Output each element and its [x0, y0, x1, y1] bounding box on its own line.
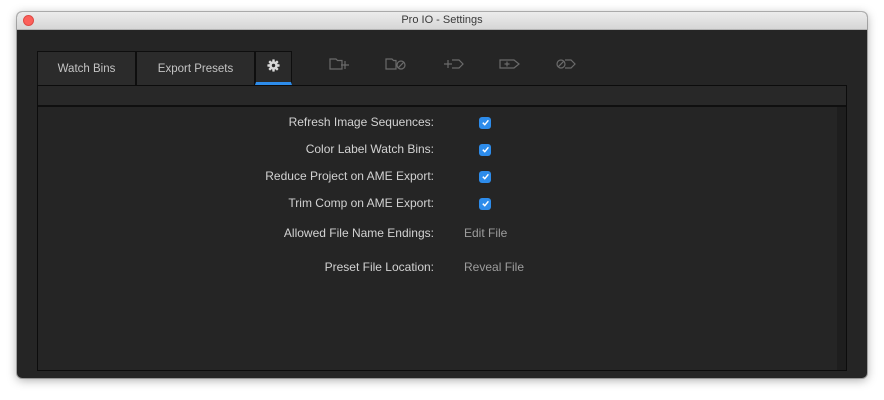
checkmark-icon	[481, 141, 490, 159]
add-bin-icon	[328, 56, 352, 77]
remove-bin-icon	[384, 56, 408, 77]
checkmark-icon	[481, 195, 490, 213]
trim-comp-checkbox[interactable]	[479, 198, 491, 210]
add-preset-icon	[441, 56, 465, 77]
reveal-file-link[interactable]: Reveal File	[464, 260, 524, 274]
trim-comp-label: Trim Comp on AME Export:	[288, 196, 434, 210]
reduce-project-checkbox[interactable]	[479, 171, 491, 183]
edit-file-link[interactable]: Edit File	[464, 226, 507, 240]
allowed-file-name-endings-label: Allowed File Name Endings:	[283, 226, 434, 240]
remove-preset-icon	[554, 56, 578, 77]
tab-watch-bins[interactable]: Watch Bins	[37, 51, 136, 85]
add-preset-to-bin-button[interactable]	[497, 55, 523, 77]
settings-window: Pro IO - Settings Watch Bins Export Pres…	[17, 12, 867, 378]
gear-icon	[267, 59, 280, 75]
remove-bin-button[interactable]	[383, 55, 409, 77]
checkmark-icon	[481, 114, 490, 132]
title-bar: Pro IO - Settings	[17, 12, 867, 30]
settings-panel: Refresh Image Sequences: Color Label Wat…	[37, 85, 847, 371]
refresh-image-sequences-label: Refresh Image Sequences:	[288, 115, 434, 129]
checkmark-icon	[481, 168, 490, 186]
color-label-watch-bins-checkbox[interactable]	[479, 144, 491, 156]
tab-export-presets[interactable]: Export Presets	[136, 51, 255, 85]
remove-preset-button[interactable]	[553, 55, 579, 77]
add-bin-button[interactable]	[327, 55, 353, 77]
refresh-image-sequences-checkbox[interactable]	[479, 117, 491, 129]
add-preset-to-bin-icon	[498, 56, 522, 77]
add-preset-button[interactable]	[440, 55, 466, 77]
preset-file-location-label: Preset File Location:	[324, 260, 434, 274]
window-title: Pro IO - Settings	[401, 14, 483, 26]
tab-settings[interactable]	[255, 51, 292, 85]
reduce-project-label: Reduce Project on AME Export:	[265, 169, 434, 183]
vertical-scrollbar[interactable]	[837, 107, 846, 370]
panel-header-strip	[38, 86, 846, 107]
color-label-watch-bins-label: Color Label Watch Bins:	[305, 142, 434, 156]
